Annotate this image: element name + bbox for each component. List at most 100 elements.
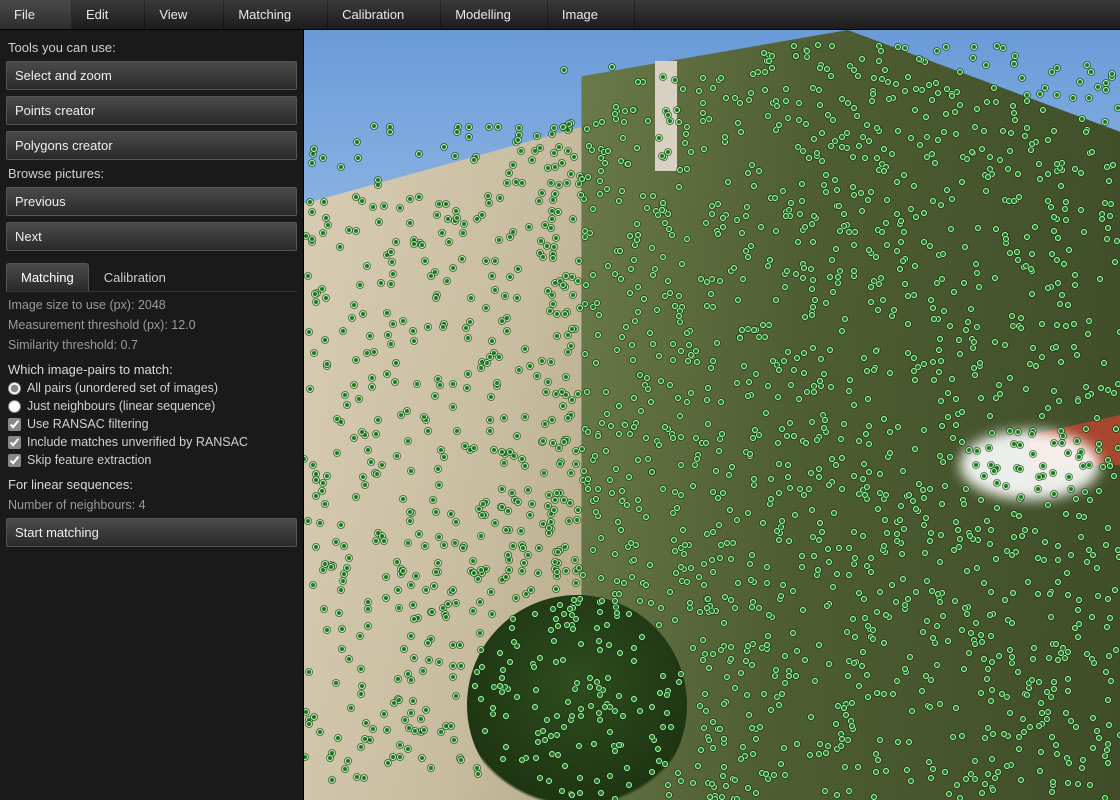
feature-point	[690, 483, 696, 489]
feature-point	[1016, 513, 1022, 519]
feature-point	[694, 359, 700, 365]
feature-point	[952, 598, 958, 604]
feature-point	[752, 427, 758, 433]
feature-point	[753, 790, 759, 796]
feature-point	[1051, 440, 1057, 446]
feature-point	[705, 596, 711, 602]
feature-point	[655, 746, 661, 752]
next-button[interactable]: Next	[6, 222, 297, 251]
feature-point	[696, 574, 702, 580]
tab-calibration[interactable]: Calibration	[89, 263, 181, 291]
feature-point	[787, 485, 793, 491]
feature-point	[573, 580, 579, 586]
feature-point	[709, 211, 715, 217]
radio-just-neighbours[interactable]: Just neighbours (linear sequence)	[8, 399, 295, 413]
feature-point	[413, 573, 419, 579]
feature-point	[839, 455, 845, 461]
feature-point	[532, 704, 538, 710]
feature-point	[706, 737, 712, 743]
feature-point	[874, 690, 880, 696]
feature-point	[1040, 463, 1046, 469]
feature-point	[438, 729, 444, 735]
feature-point	[785, 115, 791, 121]
tool-polygons-creator-button[interactable]: Polygons creator	[6, 131, 297, 160]
feature-point	[871, 367, 877, 373]
feature-point	[976, 284, 982, 290]
check-ransac[interactable]: Use RANSAC filtering	[8, 417, 295, 431]
radio-just-neighbours-input[interactable]	[8, 400, 21, 413]
feature-point	[587, 684, 593, 690]
feature-point	[457, 642, 463, 648]
feature-point	[1102, 795, 1108, 800]
tab-matching[interactable]: Matching	[6, 263, 89, 291]
radio-all-pairs-input[interactable]	[8, 382, 21, 395]
menu-matching[interactable]: Matching	[224, 0, 328, 29]
feature-point	[936, 347, 942, 353]
feature-point	[569, 713, 575, 719]
menu-calibration[interactable]: Calibration	[328, 0, 441, 29]
feature-point	[356, 396, 362, 402]
feature-point	[1078, 207, 1084, 213]
feature-point	[1105, 525, 1111, 531]
feature-point	[1022, 527, 1028, 533]
radio-all-pairs[interactable]: All pairs (unordered set of images)	[8, 381, 295, 395]
feature-point	[835, 280, 841, 286]
feature-point	[879, 76, 885, 82]
feature-point	[696, 88, 702, 94]
feature-point	[954, 89, 960, 95]
feature-point	[500, 667, 506, 673]
feature-point	[556, 144, 562, 150]
feature-point	[735, 297, 741, 303]
feature-point	[1102, 119, 1108, 125]
feature-point	[569, 274, 575, 280]
check-include-unverified-input[interactable]	[8, 436, 21, 449]
feature-point	[578, 706, 584, 712]
feature-point	[466, 124, 472, 130]
feature-point	[675, 770, 681, 776]
feature-point	[1104, 747, 1110, 753]
feature-point	[405, 746, 411, 752]
feature-point	[927, 486, 933, 492]
feature-point	[908, 206, 914, 212]
feature-point	[800, 148, 806, 154]
menu-file[interactable]: File	[0, 0, 72, 29]
feature-point	[864, 672, 870, 678]
tool-select-zoom-button[interactable]: Select and zoom	[6, 61, 297, 90]
feature-point	[1030, 451, 1036, 457]
feature-point	[310, 462, 316, 468]
feature-point	[952, 109, 958, 115]
check-skip-feature-extraction[interactable]: Skip feature extraction	[8, 453, 295, 467]
feature-point	[801, 370, 807, 376]
feature-point	[847, 377, 853, 383]
feature-point	[982, 781, 988, 787]
feature-point	[957, 795, 963, 800]
check-skip-feature-extraction-input[interactable]	[8, 454, 21, 467]
previous-button[interactable]: Previous	[6, 187, 297, 216]
feature-point	[637, 372, 643, 378]
feature-point	[717, 726, 723, 732]
feature-point	[676, 293, 682, 299]
feature-point	[703, 440, 709, 446]
feature-point	[913, 214, 919, 220]
menu-edit[interactable]: Edit	[72, 0, 145, 29]
check-ransac-input[interactable]	[8, 418, 21, 431]
feature-point	[622, 422, 628, 428]
check-include-unverified[interactable]: Include matches unverified by RANSAC	[8, 435, 295, 449]
start-matching-button[interactable]: Start matching	[6, 518, 297, 547]
feature-point	[766, 58, 772, 64]
tool-points-creator-button[interactable]: Points creator	[6, 96, 297, 125]
menu-modelling[interactable]: Modelling	[441, 0, 548, 29]
menu-image[interactable]: Image	[548, 0, 635, 29]
feature-point	[416, 531, 422, 537]
image-viewport[interactable]	[304, 30, 1120, 800]
feature-point	[897, 266, 903, 272]
feature-point	[549, 751, 555, 757]
feature-point	[630, 357, 636, 363]
feature-point	[1066, 247, 1072, 253]
feature-point	[1065, 592, 1071, 598]
feature-point	[1071, 344, 1077, 350]
menu-view[interactable]: View	[145, 0, 224, 29]
feature-point	[492, 258, 498, 264]
feature-point	[983, 62, 989, 68]
feature-point	[618, 276, 624, 282]
